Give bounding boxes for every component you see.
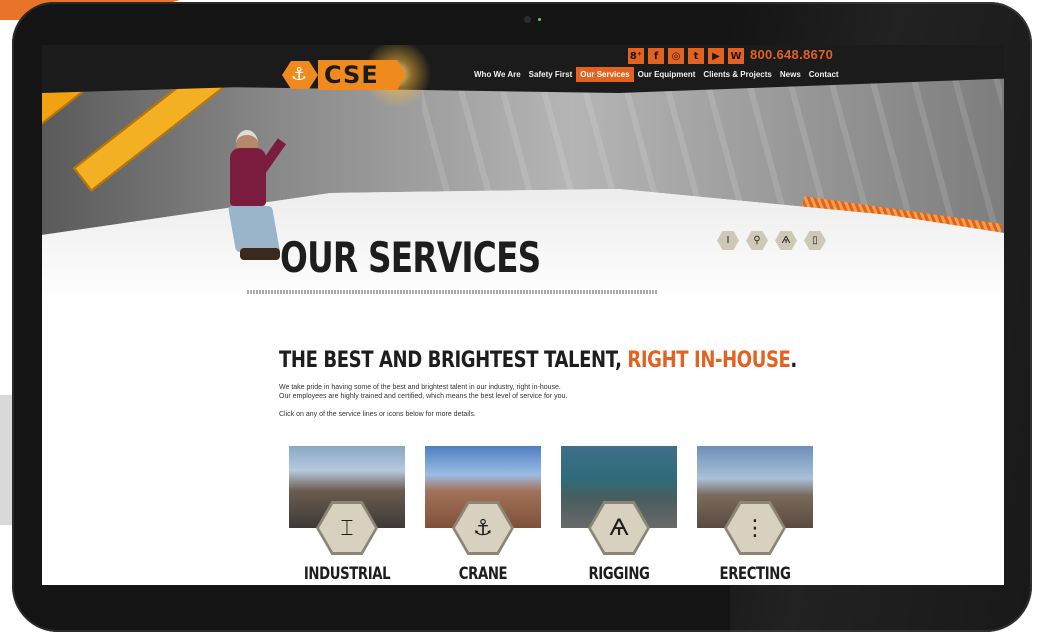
section-headline: THE BEST AND BRIGHTEST TALENT, RIGHT IN-…: [279, 348, 797, 373]
tablet-device: ⚓ CSE 8⁺ f ◎ t ▶ W 800.648.8670 Who We A…: [0, 0, 1037, 635]
headline-end: .: [790, 348, 797, 373]
google-plus-icon[interactable]: 8⁺: [628, 48, 644, 64]
crane-hook-icon[interactable]: ⚲: [746, 231, 768, 250]
phone-number[interactable]: 800.648.8670: [750, 47, 833, 62]
instagram-icon[interactable]: ◎: [668, 48, 684, 64]
worker-body: [230, 148, 266, 206]
worker-image: [212, 130, 287, 265]
page-title: OUR SERVICES: [280, 233, 541, 282]
industrial-icon[interactable]: I: [717, 231, 739, 250]
intro-line: Our employees are highly trained and cer…: [279, 393, 568, 400]
main-nav: Who We Are Safety First Our Services Our…: [470, 67, 843, 82]
screen: ⚓ CSE 8⁺ f ◎ t ▶ W 800.648.8670 Who We A…: [42, 45, 1004, 585]
service-card-erecting[interactable]: ⋮ ERECTING: [697, 446, 813, 585]
service-label[interactable]: ERECTING: [710, 564, 800, 584]
nav-contact[interactable]: Contact: [805, 67, 843, 82]
worker-boots: [240, 248, 280, 260]
camera-icon: [524, 16, 531, 23]
intro-line: We take pride in having some of the best…: [279, 384, 561, 391]
twitter-icon[interactable]: t: [688, 48, 704, 64]
service-label[interactable]: CRANE: [438, 564, 528, 584]
headline-text: THE BEST AND BRIGHTEST TALENT,: [279, 348, 628, 373]
erecting-icon[interactable]: ▯: [804, 231, 826, 250]
rigging-icon[interactable]: Ѧ: [775, 231, 797, 250]
logo-wordmark: CSE: [318, 60, 406, 90]
facebook-icon[interactable]: f: [648, 48, 664, 64]
nav-our-equipment[interactable]: Our Equipment: [634, 67, 700, 82]
service-label[interactable]: INDUSTRIAL: [302, 564, 392, 584]
headline-accent: RIGHT IN-HOUSE: [627, 348, 791, 373]
title-divider: [247, 290, 657, 294]
worker-legs: [227, 206, 281, 252]
crane-hook-icon: ⚓: [282, 61, 318, 89]
camera-led: [538, 18, 541, 21]
instruction-text: Click on any of the service lines or ico…: [279, 411, 476, 418]
intro-paragraph: We take pride in having some of the best…: [279, 383, 659, 401]
service-card-industrial[interactable]: ⌶ INDUSTRIAL: [289, 446, 405, 585]
youtube-icon[interactable]: ▶: [708, 48, 724, 64]
service-card-rigging[interactable]: Ѧ RIGGING: [561, 446, 677, 585]
nav-our-services[interactable]: Our Services: [576, 67, 634, 82]
wordpress-icon[interactable]: W: [728, 48, 744, 64]
service-label[interactable]: RIGGING: [574, 564, 664, 584]
nav-clients-projects[interactable]: Clients & Projects: [699, 67, 775, 82]
nav-who-we-are[interactable]: Who We Are: [470, 67, 525, 82]
nav-news[interactable]: News: [776, 67, 805, 82]
logo-text: CSE: [324, 61, 379, 89]
nav-safety-first[interactable]: Safety First: [525, 67, 577, 82]
service-card-crane[interactable]: ⚓ CRANE: [425, 446, 541, 585]
site-logo[interactable]: ⚓ CSE: [282, 45, 442, 109]
social-links: 8⁺ f ◎ t ▶ W: [628, 48, 744, 64]
service-icon-links: I ⚲ Ѧ ▯: [717, 231, 826, 250]
